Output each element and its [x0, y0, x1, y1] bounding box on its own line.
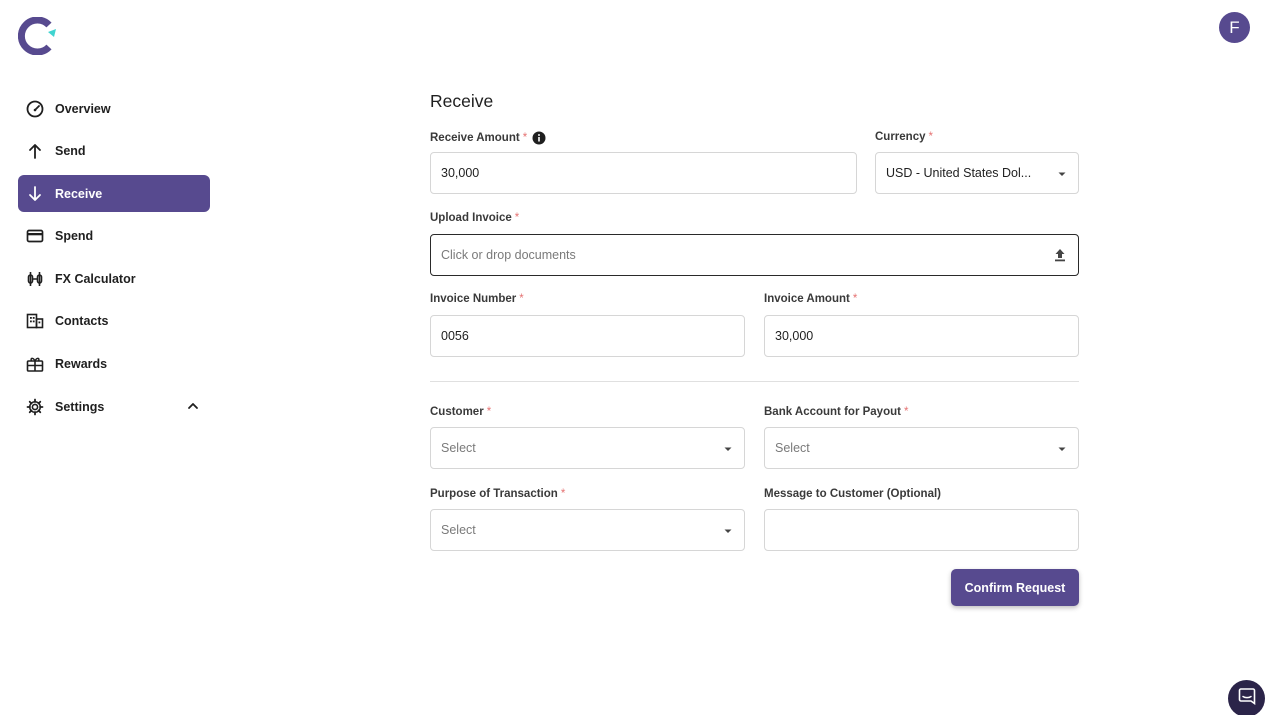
- sidebar-item-fx-calculator[interactable]: FX Calculator: [18, 260, 210, 297]
- speedometer-icon: [26, 100, 44, 118]
- invoice-number-field[interactable]: 0056: [430, 315, 745, 357]
- avatar-initial: F: [1229, 17, 1240, 37]
- sidebar: Overview Send Receive Spend FX Calculato…: [18, 90, 210, 431]
- message-field[interactable]: [764, 509, 1079, 551]
- bank-account-label: Bank Account for Payout *: [764, 406, 908, 418]
- message-label-text: Message to Customer (Optional): [764, 488, 941, 500]
- sidebar-item-label: Send: [55, 144, 86, 159]
- page-title: Receive: [430, 91, 494, 111]
- invoice-number-value: 0056: [441, 329, 469, 343]
- sidebar-item-send[interactable]: Send: [18, 133, 210, 170]
- required-mark: *: [852, 293, 858, 305]
- caret-down-icon: [1056, 168, 1068, 180]
- sidebar-item-label: FX Calculator: [55, 271, 136, 286]
- purpose-select[interactable]: Select: [430, 509, 745, 551]
- chevron-up-icon[interactable]: [186, 399, 200, 413]
- required-mark: *: [560, 488, 566, 500]
- caret-down-icon: [722, 525, 734, 537]
- receive-amount-label-text: Receive Amount: [430, 132, 520, 144]
- invoice-amount-label-text: Invoice Amount: [764, 293, 850, 305]
- purpose-label-text: Purpose of Transaction: [430, 488, 558, 500]
- customer-label-text: Customer: [430, 406, 484, 418]
- currency-select[interactable]: USD - United States Dol...: [875, 152, 1079, 194]
- purpose-placeholder: Select: [441, 523, 476, 537]
- arrow-down-icon: [26, 185, 44, 203]
- receive-amount-value: 30,000: [441, 166, 480, 180]
- sidebar-item-label: Overview: [55, 101, 111, 116]
- customer-label: Customer *: [430, 406, 491, 418]
- currency-label: Currency *: [875, 131, 933, 143]
- sidebar-item-spend[interactable]: Spend: [18, 218, 210, 255]
- chat-icon: [1238, 687, 1256, 710]
- message-label: Message to Customer (Optional): [764, 488, 941, 500]
- chat-launcher-button[interactable]: [1228, 680, 1265, 715]
- required-mark: *: [514, 212, 520, 224]
- sidebar-item-rewards[interactable]: Rewards: [18, 346, 210, 383]
- invoice-number-label: Invoice Number *: [430, 293, 524, 305]
- arrow-up-icon: [26, 142, 44, 160]
- upload-placeholder: Click or drop documents: [441, 248, 576, 262]
- section-divider: [430, 381, 1079, 382]
- user-avatar[interactable]: F: [1219, 12, 1250, 43]
- bank-account-placeholder: Select: [775, 441, 810, 455]
- receive-amount-label: Receive Amount *: [430, 131, 546, 145]
- caret-down-icon: [1056, 443, 1068, 455]
- upload-invoice-dropzone[interactable]: Click or drop documents: [430, 234, 1079, 276]
- currency-label-text: Currency: [875, 131, 926, 143]
- sidebar-item-label: Receive: [55, 186, 103, 201]
- sidebar-item-label: Rewards: [55, 357, 108, 372]
- confirm-request-button[interactable]: Confirm Request: [951, 569, 1079, 606]
- required-mark: *: [486, 406, 492, 418]
- bank-account-select[interactable]: Select: [764, 427, 1079, 469]
- app-logo[interactable]: [17, 16, 56, 56]
- invoice-number-label-text: Invoice Number: [430, 293, 517, 305]
- sidebar-item-label: Spend: [55, 229, 94, 244]
- invoice-amount-value: 30,000: [775, 329, 814, 343]
- invoice-amount-label: Invoice Amount *: [764, 293, 857, 305]
- credit-card-icon: [26, 227, 44, 245]
- invoice-amount-field[interactable]: 30,000: [764, 315, 1079, 357]
- currency-value: USD - United States Dol...: [886, 166, 1032, 180]
- sidebar-item-overview[interactable]: Overview: [18, 90, 210, 127]
- sidebar-item-contacts[interactable]: Contacts: [18, 303, 210, 340]
- purpose-label: Purpose of Transaction *: [430, 488, 565, 500]
- upload-invoice-label-text: Upload Invoice: [430, 212, 512, 224]
- required-mark: *: [519, 293, 524, 305]
- upload-invoice-label: Upload Invoice *: [430, 212, 519, 224]
- sidebar-item-label: Settings: [55, 399, 105, 414]
- info-icon[interactable]: [532, 131, 546, 145]
- required-mark: *: [928, 131, 933, 143]
- gift-icon: [26, 355, 44, 373]
- sidebar-item-receive[interactable]: Receive: [18, 175, 210, 213]
- sidebar-item-label: Contacts: [55, 314, 109, 329]
- bank-account-label-text: Bank Account for Payout: [764, 406, 901, 418]
- required-mark: *: [522, 132, 528, 144]
- required-mark: *: [903, 406, 909, 418]
- currency-exchange-icon: [26, 270, 44, 288]
- customer-select[interactable]: Select: [430, 427, 745, 469]
- customer-placeholder: Select: [441, 441, 476, 455]
- receive-amount-field[interactable]: 30,000: [430, 152, 857, 194]
- gear-icon: [26, 398, 44, 416]
- upload-icon[interactable]: [1052, 247, 1068, 263]
- building-icon: [26, 312, 44, 330]
- sidebar-item-settings[interactable]: Settings: [18, 388, 210, 425]
- caret-down-icon: [722, 443, 734, 455]
